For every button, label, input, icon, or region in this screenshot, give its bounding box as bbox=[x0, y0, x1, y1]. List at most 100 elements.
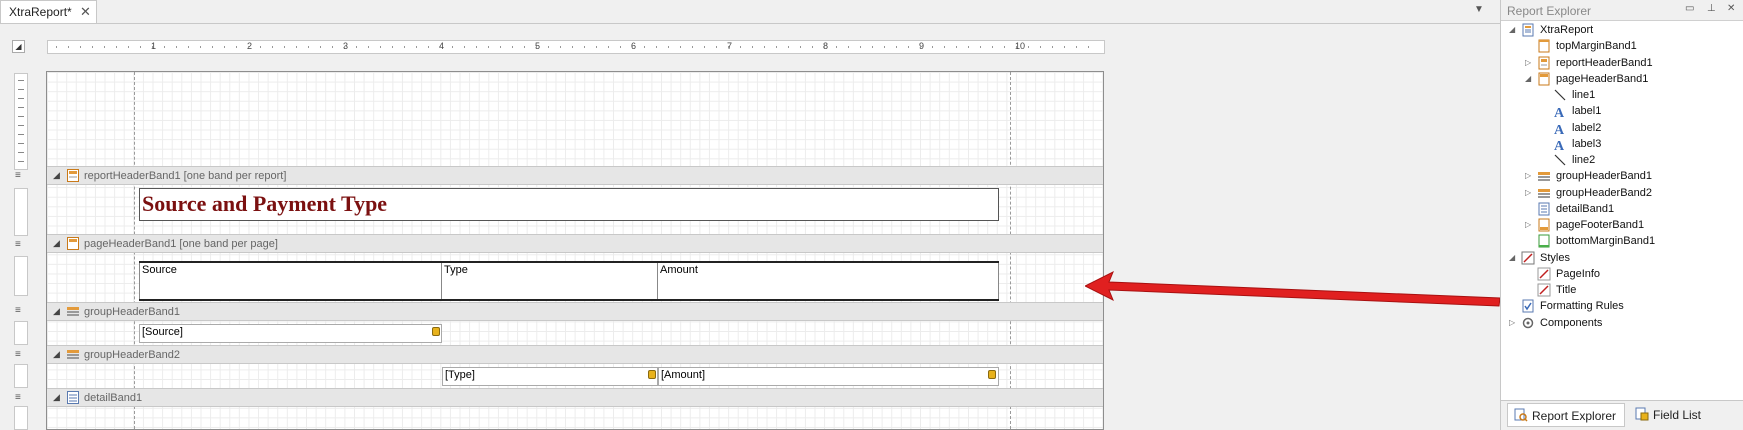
ruler-tick bbox=[18, 152, 24, 153]
ruler-tick bbox=[584, 46, 585, 48]
ruler-tick bbox=[740, 46, 741, 48]
collapse-arrow-icon[interactable]: ◢ bbox=[53, 238, 60, 249]
band-handle-icon[interactable]: ≡ bbox=[15, 239, 23, 250]
band-vertical-ruler bbox=[14, 406, 28, 430]
ruler-tick bbox=[980, 46, 981, 48]
ruler-tick bbox=[824, 46, 825, 48]
expand-arrow-icon[interactable]: ▷ bbox=[1525, 220, 1535, 229]
band-handle-icon[interactable]: ≡ bbox=[15, 392, 23, 403]
formatting-rules-icon bbox=[1522, 299, 1534, 313]
band-label: groupHeaderBand2 bbox=[84, 349, 181, 361]
report-title-label[interactable]: Source and Payment Type bbox=[139, 188, 999, 221]
expand-arrow-icon[interactable]: ▷ bbox=[1525, 58, 1535, 67]
group2-type-field[interactable]: [Type] bbox=[442, 367, 658, 386]
detail-band-icon bbox=[67, 391, 79, 404]
line-icon bbox=[1554, 154, 1566, 166]
close-icon[interactable]: ✕ bbox=[80, 4, 91, 20]
pin-icon[interactable]: ⊥ bbox=[1707, 3, 1716, 14]
band-group-header-1[interactable]: ◢ groupHeaderBand1 bbox=[47, 302, 1103, 321]
tree-node-label: line2 bbox=[1572, 154, 1596, 166]
explorer-tree: ◢ XtraReport topMarginBand1 ▷ reportHeaderBa… bbox=[1501, 22, 1743, 394]
tree-node-label: Title bbox=[1556, 284, 1577, 296]
ruler-tick bbox=[1088, 46, 1089, 48]
ruler-tick bbox=[992, 46, 993, 48]
ruler-tick bbox=[812, 46, 813, 48]
ruler-tick bbox=[56, 46, 57, 48]
ruler-tick bbox=[596, 46, 597, 48]
ruler-tick bbox=[500, 46, 501, 48]
ruler-tick bbox=[968, 46, 969, 48]
band-handle-icon[interactable]: ≡ bbox=[15, 349, 23, 360]
line2[interactable] bbox=[139, 299, 999, 301]
group2-amount-field[interactable]: [Amount] bbox=[658, 367, 999, 386]
band-handle-icon[interactable]: ≡ bbox=[15, 305, 23, 316]
close-icon[interactable]: ✕ bbox=[1727, 3, 1735, 14]
chevron-down-icon[interactable]: ▼ bbox=[1474, 4, 1484, 15]
ruler-tick bbox=[764, 46, 765, 48]
band-report-header[interactable]: ◢ reportHeaderBand1 [one band per report… bbox=[47, 166, 1103, 185]
document-tab[interactable]: XtraReport* ✕ bbox=[0, 0, 97, 23]
report-header-band-icon bbox=[67, 169, 79, 182]
ruler-tick bbox=[944, 46, 945, 48]
collapse-arrow-icon[interactable]: ◢ bbox=[1525, 74, 1535, 83]
tab-label: Report Explorer bbox=[1532, 409, 1617, 423]
ruler-tick bbox=[524, 46, 525, 48]
tree-node-label: detailBand1 bbox=[1556, 202, 1615, 215]
ruler-tick bbox=[848, 46, 849, 48]
ruler-tick bbox=[18, 125, 24, 126]
ruler-tick bbox=[18, 107, 24, 108]
band-label: detailBand1 bbox=[84, 392, 143, 404]
tree-node-label: line1 bbox=[1572, 89, 1596, 101]
group1-source-field[interactable]: [Source] bbox=[139, 324, 442, 343]
ruler-tick bbox=[332, 46, 333, 48]
bottom-margin-band-icon bbox=[1538, 234, 1550, 248]
ruler-tick bbox=[1064, 46, 1065, 48]
tab-field-list[interactable]: Field List bbox=[1629, 403, 1719, 427]
panel-title: Report Explorer bbox=[1507, 4, 1592, 18]
ruler-tick bbox=[680, 46, 681, 48]
collapse-arrow-icon[interactable]: ◢ bbox=[53, 306, 60, 317]
ruler-tick bbox=[464, 46, 465, 48]
maximize-icon[interactable]: ▭ bbox=[1685, 3, 1694, 14]
tree-node-components[interactable]: ▷ Components bbox=[1509, 315, 1739, 333]
ruler-tick bbox=[260, 46, 261, 48]
collapse-arrow-icon[interactable]: ◢ bbox=[1509, 25, 1519, 34]
ruler-tick bbox=[644, 46, 645, 48]
label-icon: A bbox=[1554, 139, 1565, 151]
ruler-tick bbox=[128, 46, 129, 48]
field-list-icon bbox=[1635, 407, 1649, 421]
detail-band-icon bbox=[1538, 202, 1550, 216]
label3[interactable]: Amount bbox=[658, 263, 999, 299]
band-label: pageHeaderBand1 [one band per page] bbox=[84, 238, 278, 250]
collapse-arrow-icon[interactable]: ◢ bbox=[53, 170, 60, 181]
collapse-arrow-icon[interactable]: ◢ bbox=[53, 349, 60, 360]
label2[interactable]: Type bbox=[442, 263, 658, 299]
band-vertical-ruler bbox=[14, 256, 28, 296]
collapse-arrow-icon[interactable]: ◢ bbox=[1509, 253, 1519, 262]
ruler-tick bbox=[356, 46, 357, 48]
collapse-arrow-icon[interactable]: ◢ bbox=[53, 392, 60, 403]
tree-node-label: label2 bbox=[1572, 121, 1602, 134]
band-group-header-2[interactable]: ◢ groupHeaderBand2 bbox=[47, 345, 1103, 364]
band-page-header[interactable]: ◢ pageHeaderBand1 [one band per page] bbox=[47, 234, 1103, 253]
band-detail[interactable]: ◢ detailBand1 bbox=[47, 388, 1103, 407]
label-icon: A bbox=[1554, 106, 1565, 118]
ruler-tick bbox=[548, 46, 549, 48]
ruler-corner-button[interactable]: ◢ bbox=[12, 40, 25, 53]
page-footer-band-icon bbox=[1538, 218, 1550, 232]
ruler-tick bbox=[884, 46, 885, 48]
tab-report-explorer[interactable]: Report Explorer bbox=[1507, 403, 1625, 427]
ruler-tick bbox=[18, 89, 24, 90]
ruler-tick bbox=[140, 46, 141, 48]
panel-tabstrip: Report Explorer Field List bbox=[1501, 400, 1743, 430]
expand-arrow-icon[interactable]: ▷ bbox=[1525, 171, 1535, 180]
ruler-tick bbox=[212, 46, 213, 48]
label1[interactable]: Source bbox=[139, 263, 442, 299]
expand-arrow-icon[interactable]: ▷ bbox=[1509, 318, 1519, 327]
ruler-tick bbox=[656, 46, 657, 48]
band-handle-icon[interactable]: ≡ bbox=[15, 170, 23, 181]
ruler-tick bbox=[68, 46, 69, 48]
ruler-tick bbox=[836, 46, 837, 48]
expand-arrow-icon[interactable]: ▷ bbox=[1525, 188, 1535, 197]
ruler-tick bbox=[1040, 46, 1041, 48]
